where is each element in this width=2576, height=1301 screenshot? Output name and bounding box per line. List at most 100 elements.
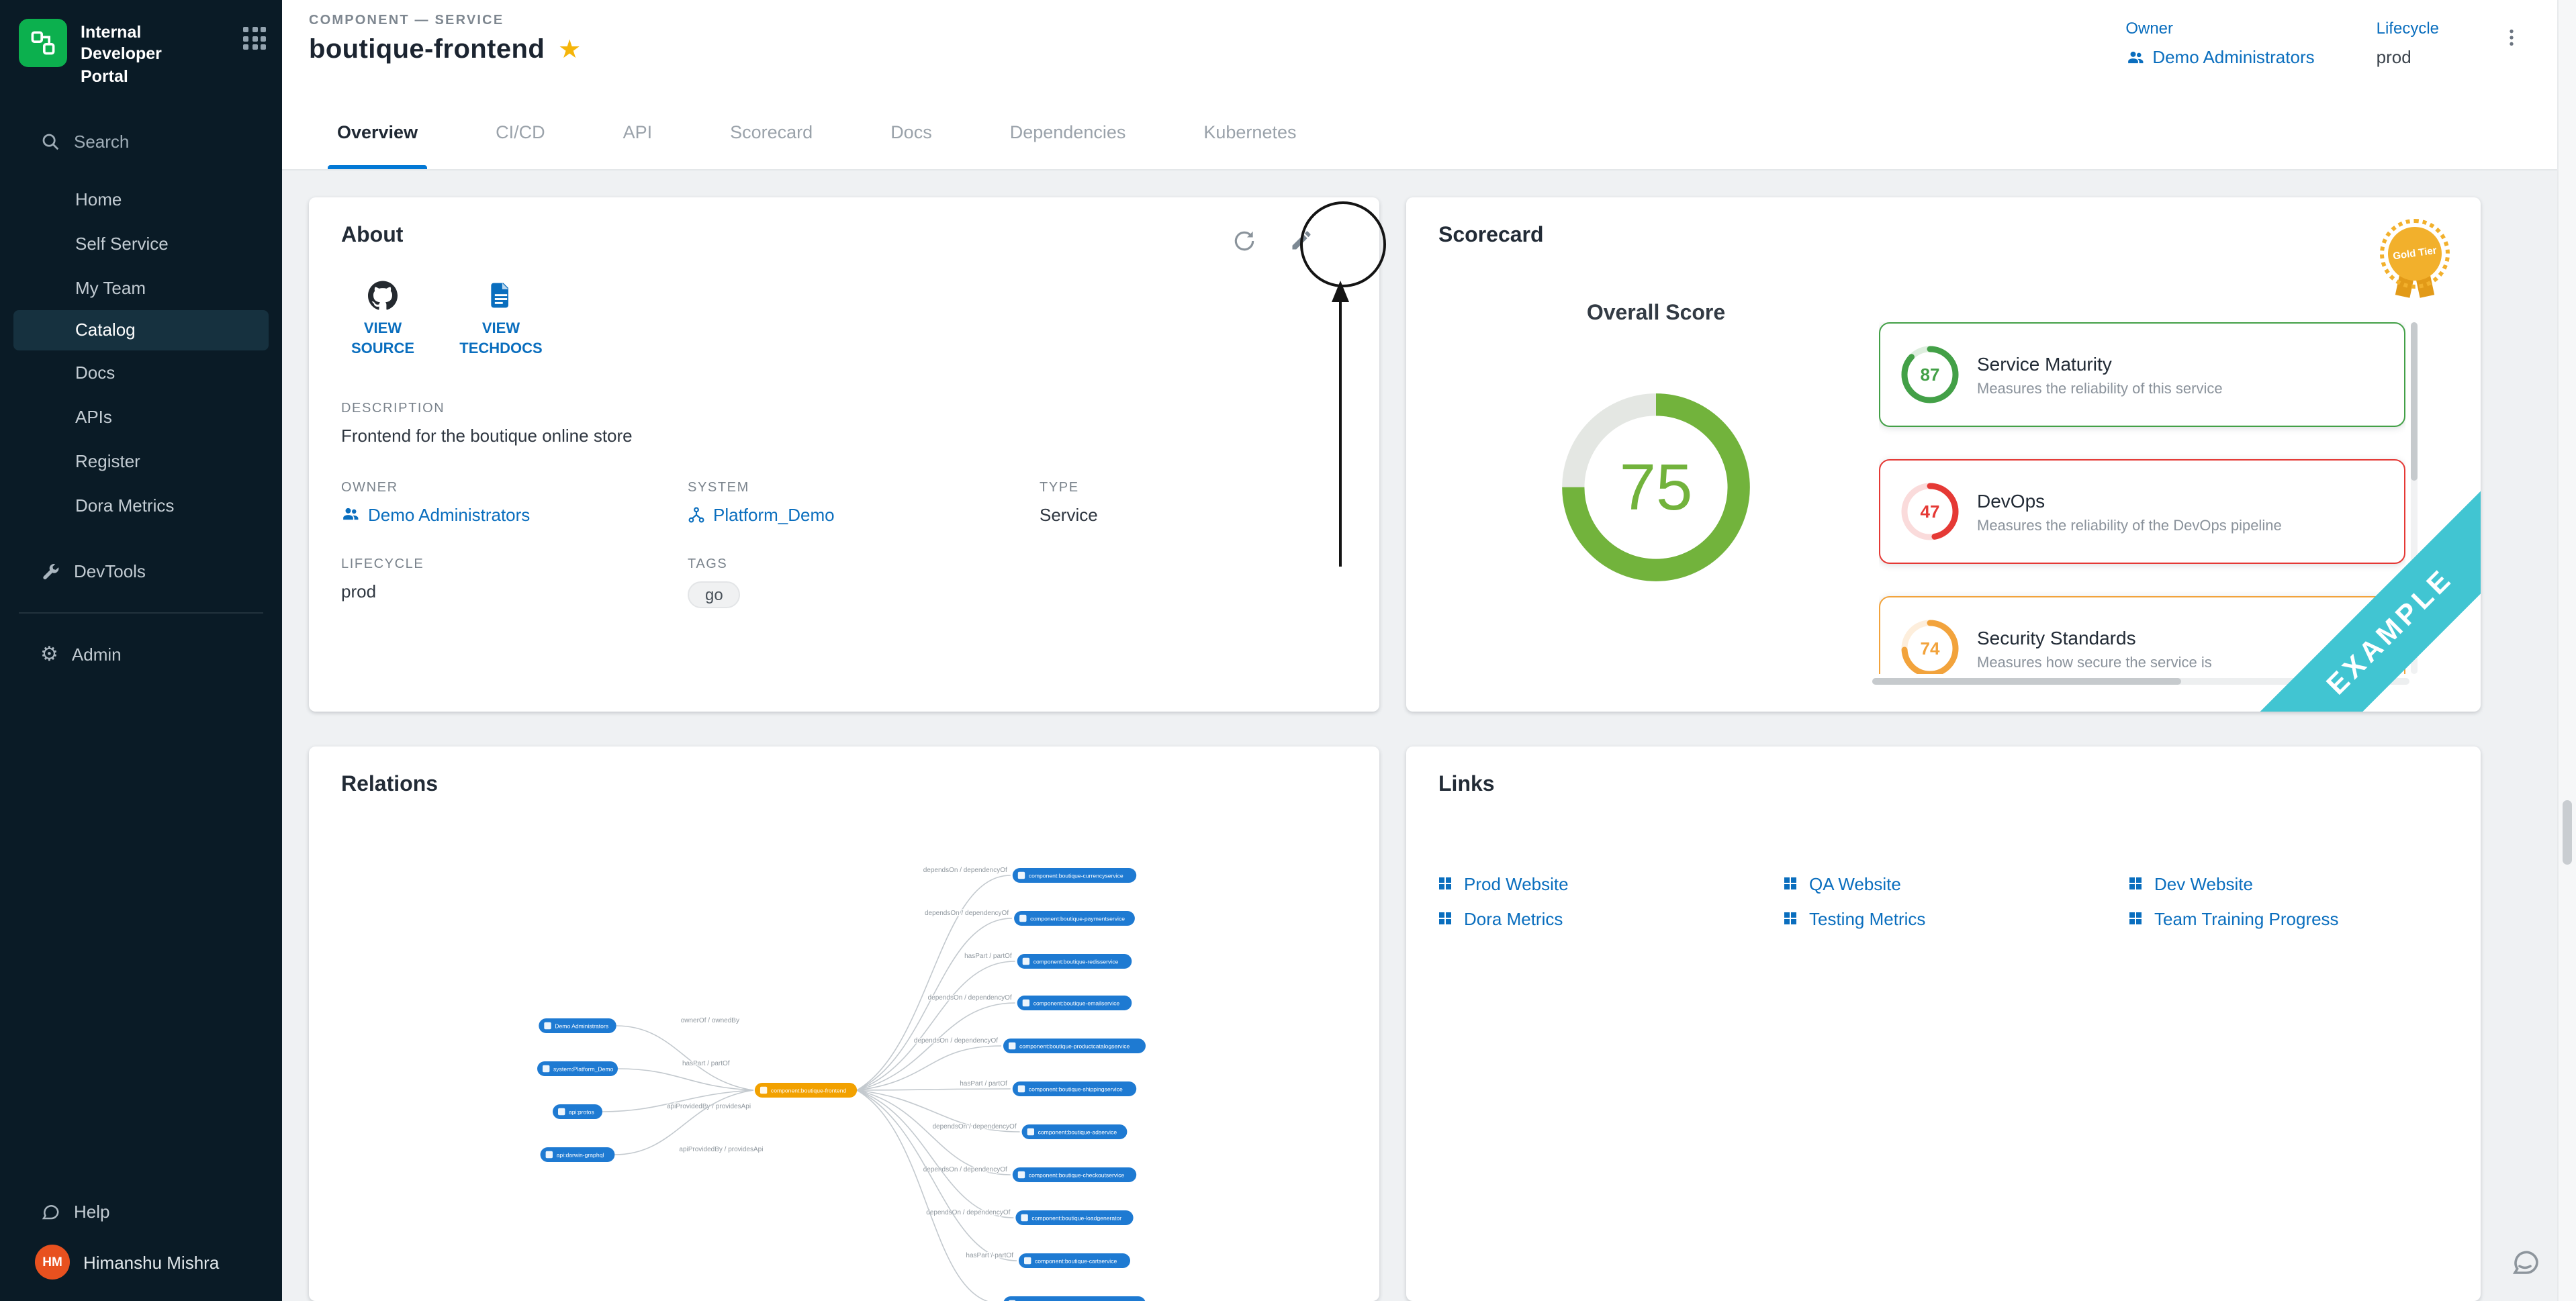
link-qa-website[interactable]: QA Website	[1782, 873, 2127, 894]
overview-content: About	[282, 169, 2576, 1301]
view-techdocs-link[interactable]: VIEW TECHDOCS	[459, 281, 543, 361]
relation-node-label: component:boutique-checkoutservice	[1029, 1171, 1125, 1178]
entity-header: COMPONENT — SERVICE boutique-frontend ★ …	[282, 0, 2576, 94]
sidebar-item-devtools[interactable]: DevTools	[0, 549, 282, 593]
relation-node-icon	[1023, 1000, 1029, 1006]
check-name: Security Standards	[1977, 626, 2212, 648]
page-scrollbar-thumb[interactable]	[2563, 800, 2572, 865]
relation-edge-label: hasPart / partOf	[966, 1252, 1013, 1259]
overall-score-value: 75	[1620, 450, 1693, 524]
relations-graph[interactable]: ownerOf / ownedByhasPart / partOfapiProv…	[309, 806, 1379, 1301]
edit-icon[interactable]	[1289, 228, 1314, 254]
tab-docs[interactable]: Docs	[862, 94, 960, 169]
avatar: HM	[35, 1245, 70, 1280]
sidebar-item-my-team[interactable]: My Team	[0, 266, 282, 310]
relation-edge	[857, 918, 1012, 1090]
kebab-menu-icon[interactable]	[2501, 19, 2522, 55]
sidebar-item-catalog[interactable]: Catalog	[13, 310, 269, 350]
gold-tier-label: Gold Tier	[2385, 224, 2445, 284]
refresh-icon[interactable]	[1232, 228, 1257, 254]
system-field-value: Platform_Demo	[713, 505, 835, 525]
sidebar-item-label: Home	[75, 189, 122, 209]
page-scrollbar[interactable]	[2557, 0, 2576, 1301]
relation-edge	[857, 1089, 1011, 1090]
sidebar-item-docs[interactable]: Docs	[0, 350, 282, 395]
tab-dependencies[interactable]: Dependencies	[982, 94, 1154, 169]
link-label: Team Training Progress	[2154, 908, 2339, 928]
system-field-link[interactable]: Platform_Demo	[688, 505, 1040, 525]
chat-widget-icon[interactable]	[2509, 1246, 2541, 1285]
gold-tier-badge: Gold Tier	[2380, 219, 2450, 305]
check-score-ring: 47	[1899, 481, 1961, 542]
scorecard-card: Scorecard Gold Tier Overall Score 75	[1406, 197, 2481, 712]
sidebar-item-label: APIs	[75, 407, 112, 427]
tab-kubernetes[interactable]: Kubernetes	[1175, 94, 1324, 169]
view-techdocs-label: VIEW TECHDOCS	[459, 320, 543, 361]
relation-node-icon	[1009, 1043, 1015, 1049]
check-score-ring: 87	[1899, 344, 1961, 405]
grid-link-icon	[1782, 875, 1798, 892]
view-source-link[interactable]: VIEW SOURCE	[341, 281, 424, 361]
description-label: DESCRIPTION	[341, 401, 1347, 416]
description-value: Frontend for the boutique online store	[341, 426, 1347, 446]
sidebar-help[interactable]: Help	[0, 1190, 282, 1234]
scorecard-checks-list: 87 Service Maturity Measures the reliabi…	[1879, 322, 2405, 674]
link-label: Testing Metrics	[1809, 908, 1925, 928]
link-dora-metrics[interactable]: Dora Metrics	[1437, 908, 1782, 929]
breadcrumb: COMPONENT — SERVICE	[309, 13, 581, 28]
grid-link-icon	[1437, 910, 1453, 926]
owner-link[interactable]: Demo Administrators	[2125, 47, 2314, 67]
gear-icon: ⚙	[40, 644, 58, 665]
sidebar-item-dora-metrics[interactable]: Dora Metrics	[0, 483, 282, 528]
relation-node-label: component:boutique-paymentservice	[1030, 915, 1125, 922]
tab-overview[interactable]: Overview	[309, 94, 446, 169]
relation-node-icon	[1018, 1086, 1025, 1092]
sidebar-search[interactable]: Search	[0, 119, 282, 164]
relation-node-label: Demo Administrators	[555, 1022, 608, 1029]
link-label: Prod Website	[1464, 873, 1569, 894]
sidebar-item-home[interactable]: Home	[0, 177, 282, 222]
sidebar-item-label: Docs	[75, 363, 115, 383]
tab-scorecard[interactable]: Scorecard	[702, 94, 841, 169]
relation-edge	[857, 1090, 1011, 1175]
sidebar-item-self-service[interactable]: Self Service	[0, 222, 282, 266]
check-devops[interactable]: 47 DevOps Measures the reliability of th…	[1879, 459, 2405, 564]
link-label: Dora Metrics	[1464, 908, 1563, 928]
relation-node-label: component:boutique-shippingservice	[1029, 1086, 1123, 1092]
grid-link-icon	[2127, 875, 2144, 892]
tag-chip[interactable]: go	[688, 581, 741, 608]
relation-edge	[857, 961, 1015, 1090]
github-icon	[368, 281, 398, 310]
main-area: COMPONENT — SERVICE boutique-frontend ★ …	[282, 0, 2576, 1301]
check-service-maturity[interactable]: 87 Service Maturity Measures the reliabi…	[1879, 322, 2405, 427]
sidebar-item-register[interactable]: Register	[0, 439, 282, 483]
link-testing-metrics[interactable]: Testing Metrics	[1782, 908, 2127, 929]
relation-edge-label: hasPart / partOf	[964, 953, 1012, 960]
relation-node-label: api:protos	[569, 1108, 594, 1115]
tab-api[interactable]: API	[595, 94, 681, 169]
relation-node-label: component:boutique-emailservice	[1033, 1000, 1120, 1006]
sidebar-admin-label: Admin	[72, 644, 122, 665]
user-menu[interactable]: HM Himanshu Mishra	[0, 1234, 282, 1285]
owner-group: Owner Demo Administrators	[2125, 19, 2314, 67]
portal-logo-icon	[28, 28, 58, 58]
link-prod-website[interactable]: Prod Website	[1437, 873, 1782, 894]
apps-grid-icon[interactable]	[243, 27, 266, 50]
owner-field-value: Demo Administrators	[368, 505, 530, 525]
svg-text:74: 74	[1921, 638, 1940, 659]
about-title: About	[309, 197, 1379, 248]
app-root: Internal Developer Portal Search Home Se…	[0, 0, 2576, 1301]
owner-field-link[interactable]: Demo Administrators	[341, 505, 688, 525]
portal-logo[interactable]	[19, 19, 67, 67]
svg-text:47: 47	[1921, 501, 1940, 522]
link-dev-website[interactable]: Dev Website	[2127, 873, 2448, 894]
sidebar-item-admin[interactable]: ⚙ Admin	[0, 632, 282, 677]
sidebar-item-apis[interactable]: APIs	[0, 395, 282, 439]
link-team-training-progress[interactable]: Team Training Progress	[2127, 908, 2448, 929]
favorite-star-icon[interactable]: ★	[558, 38, 581, 63]
sidebar-item-label: My Team	[75, 278, 146, 298]
page-title: boutique-frontend	[309, 35, 545, 66]
tab-cicd[interactable]: CI/CD	[467, 94, 573, 169]
relation-edge-label: dependsOn / dependencyOf	[923, 867, 1007, 874]
check-name: DevOps	[1977, 489, 2282, 511]
